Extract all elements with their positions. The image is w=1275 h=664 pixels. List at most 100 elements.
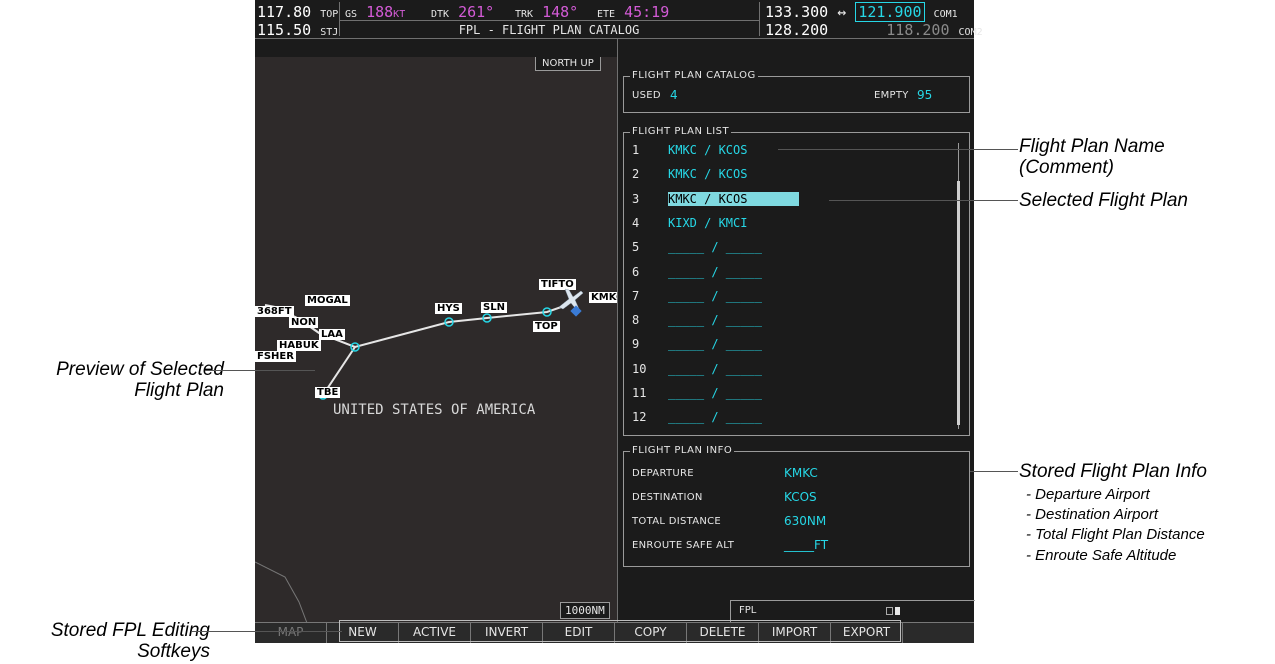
callout-stored-info: Stored Flight Plan Info <box>1019 461 1207 482</box>
nav1-ident: TOP <box>320 9 339 20</box>
flight-plan-item[interactable]: _____ / _____ <box>668 410 762 424</box>
nav1-active-freq: 117.80 <box>257 3 312 21</box>
flight-plan-item[interactable]: _____ / _____ <box>668 362 762 376</box>
plan-number: 10 <box>632 361 647 376</box>
ete-label: ETE <box>597 9 616 20</box>
plan-number: 3 <box>632 191 640 206</box>
plan-number: 7 <box>632 288 640 303</box>
plan-list-title: FLIGHT PLAN LIST <box>630 126 732 137</box>
waypoint-label: NON <box>289 317 319 328</box>
flight-plan-item[interactable]: _____ / _____ <box>668 265 762 279</box>
leader-line <box>192 631 342 632</box>
softkey-import[interactable]: IMPORT <box>759 623 831 643</box>
com2-active-freq: 128.200 <box>765 21 829 39</box>
waypoint-label: SLN <box>481 302 507 313</box>
flight-plan-item[interactable]: _____ / _____ <box>668 289 762 303</box>
plan-info-title: FLIGHT PLAN INFO <box>630 445 735 456</box>
callout-info-destination: - Destination Airport <box>1026 506 1158 523</box>
plan-number: 12 <box>632 410 647 425</box>
gs-value: 188 <box>366 3 394 21</box>
callout-softkeys: Stored FPL Editing Softkeys <box>8 620 210 662</box>
total-distance-label: TOTAL DISTANCE <box>632 516 722 527</box>
callout-info-distance: - Total Flight Plan Distance <box>1026 526 1205 543</box>
nav2-freq: 115.50 <box>257 21 312 39</box>
plan-number: 11 <box>632 386 647 400</box>
flight-plan-item[interactable]: _____ / _____ <box>668 337 762 351</box>
page-indicator-box-icon <box>886 607 893 615</box>
callout-preview-line1: Preview of Selected <box>56 359 224 380</box>
softkey-map[interactable]: MAP <box>255 623 327 643</box>
trk-label: TRK <box>515 9 534 20</box>
trk-value: 148° <box>542 3 579 21</box>
waypoint-label: TOP <box>533 321 560 332</box>
map-range[interactable]: 1000NM <box>560 602 610 619</box>
callout-preview: Preview of Selected Flight Plan <box>8 359 224 401</box>
flight-plan-info-panel: FLIGHT PLAN INFO DEPARTURE KMKC DESTINAT… <box>623 445 970 567</box>
catalog-title: FLIGHT PLAN CATALOG <box>630 70 758 81</box>
mfd-display: 117.80 TOP 115.50 STJ GS 188KT DTK 261° … <box>255 0 983 643</box>
leader-line <box>205 370 315 371</box>
destination-value: KCOS <box>784 490 817 504</box>
callout-info-esa: - Enroute Safe Altitude <box>1026 547 1177 564</box>
flight-plan-list-panel: FLIGHT PLAN LIST 1 KMKC / KCOS 2 KMKC / KCO… <box>623 126 970 436</box>
flight-plan-item[interactable]: KIXD / KMCI <box>668 216 747 230</box>
esa-value: _____FT <box>784 538 829 552</box>
callout-plan-name-line2: (Comment) <box>1019 157 1115 178</box>
softkey-new[interactable]: NEW <box>327 623 399 643</box>
country-label: UNITED STATES OF AMERICA <box>333 402 536 418</box>
waypoint-label: FSHER <box>255 351 296 362</box>
com2-standby-freq: 118.200 <box>886 21 950 39</box>
callout-softkeys-line2: Softkeys <box>137 641 210 662</box>
callout-selected-plan: Selected Flight Plan <box>1019 190 1188 211</box>
plan-number: 9 <box>632 337 640 352</box>
callout-softkeys-line1: Stored FPL Editing <box>50 620 210 641</box>
transfer-arrow-icon: ↔ <box>837 3 847 21</box>
ete-value: 45:19 <box>624 3 670 21</box>
active-page-indicator-icon <box>895 607 900 615</box>
flight-plan-item[interactable]: _____ / _____ <box>668 386 762 400</box>
softkey-delete[interactable]: DELETE <box>687 623 759 643</box>
catalog-panel: FLIGHT PLAN CATALOG USED 4 EMPTY 95 <box>623 70 970 113</box>
empty-value: 95 <box>917 88 933 102</box>
destination-label: DESTINATION <box>632 492 703 503</box>
softkey-copy[interactable]: COPY <box>615 623 687 643</box>
softkey-bar: MAP NEW ACTIVE INVERT EDIT COPY DELETE I… <box>255 622 974 643</box>
nav2-ident: STJ <box>320 27 339 38</box>
flight-plan-item[interactable]: _____ / _____ <box>668 313 762 327</box>
waypoint-label: 368FT <box>255 306 294 317</box>
departure-label: DEPARTURE <box>632 468 694 479</box>
flight-plan-item[interactable]: KMKC / KCOS <box>668 167 747 181</box>
flight-plan-item[interactable]: KMKC / KCOS <box>668 143 747 157</box>
softkey-export[interactable]: EXPORT <box>831 623 903 643</box>
leader-line <box>970 471 1018 472</box>
leader-line <box>778 149 1018 150</box>
plan-number: 2 <box>632 167 640 182</box>
leader-line <box>829 200 1018 201</box>
waypoint-label: KMKC <box>589 292 617 303</box>
scrollbar-thumb[interactable] <box>957 181 960 425</box>
waypoint-label: TBE <box>315 387 341 398</box>
softkey-edit[interactable]: EDIT <box>543 623 615 643</box>
page-title: FPL - FLIGHT PLAN CATALOG <box>458 23 640 37</box>
com1-active-freq: 133.300 <box>765 3 829 21</box>
plan-number: 6 <box>632 264 640 279</box>
gs-label: GS <box>345 9 358 20</box>
callout-info-departure: - Departure Airport <box>1026 486 1150 503</box>
used-label: USED <box>632 90 661 101</box>
plan-number: 1 <box>632 143 640 157</box>
softkey-active[interactable]: ACTIVE <box>399 623 471 643</box>
flight-plan-preview-map[interactable]: NORTH UP 368FT MOGAL NON LAA HABUK FSHER… <box>255 57 617 623</box>
callout-plan-name: Flight Plan Name (Comment) <box>1019 136 1165 178</box>
plan-number: 8 <box>632 313 640 328</box>
esa-label: ENROUTE SAFE ALT <box>632 540 735 551</box>
softkey-invert[interactable]: INVERT <box>471 623 543 643</box>
dtk-label: DTK <box>431 9 450 20</box>
flight-plan-item-selected[interactable]: KMKC / KCOS <box>668 191 800 206</box>
softkey-blank[interactable] <box>903 623 974 643</box>
com2-label: COM2 <box>958 27 983 38</box>
waypoint-label: MOGAL <box>305 295 350 306</box>
aircraft-icon <box>558 288 584 310</box>
flight-plan-item[interactable]: _____ / _____ <box>668 240 762 254</box>
fpl-page-label: FPL <box>739 605 757 616</box>
waypoint-label: HABUK <box>277 340 321 351</box>
